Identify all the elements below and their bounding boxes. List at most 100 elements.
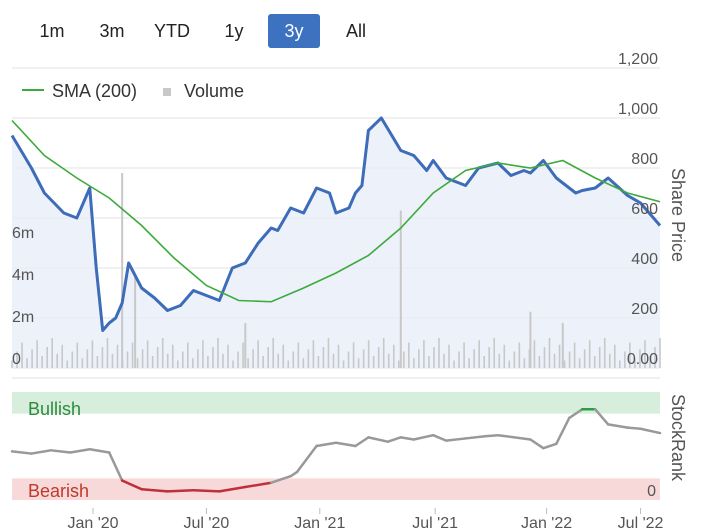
volume-bar <box>433 347 435 368</box>
share-price-axis-title: Share Price <box>668 168 688 262</box>
volume-bar <box>332 353 335 368</box>
stockrank-segment <box>295 444 318 474</box>
volume-bar <box>438 338 440 368</box>
volume-bar <box>387 353 390 368</box>
volume-bar <box>277 353 280 368</box>
volume-tick-label: 0 <box>12 351 21 368</box>
volume-bar <box>453 360 455 368</box>
volume-bar <box>101 347 104 368</box>
volume-bar <box>503 344 506 368</box>
volume-bar <box>619 360 621 368</box>
volume-bar <box>111 353 114 368</box>
volume-bar <box>134 274 137 368</box>
stockrank-segment <box>399 436 416 441</box>
volume-bar <box>423 340 425 368</box>
price-chart: Bullish Bearish 0 StockRank 1,200 1,000 800 60… <box>10 51 688 532</box>
stockrank-zero-label: 0 <box>647 483 656 500</box>
volume-bar <box>563 360 566 368</box>
stockrank-segment <box>542 442 558 450</box>
volume-bar <box>352 342 355 368</box>
stockrank-segment <box>315 441 338 448</box>
bullish-label: Bullish <box>28 399 81 419</box>
volume-bar <box>568 351 571 368</box>
volume-bar <box>377 347 380 368</box>
volume-bar <box>262 356 264 368</box>
volume-bar <box>292 351 295 368</box>
volume-bar <box>624 351 626 368</box>
volume-bar <box>578 358 581 368</box>
volume-bar <box>529 311 532 368</box>
volume-bar <box>357 358 360 368</box>
volume-bar <box>399 210 402 368</box>
volume-bar <box>197 349 199 368</box>
volume-bar <box>613 344 616 368</box>
volume-bar <box>187 342 189 368</box>
volume-bar <box>192 358 194 368</box>
volume-bar <box>51 338 53 368</box>
volume-bar <box>573 342 576 368</box>
volume-bar <box>312 340 315 368</box>
volume-bar <box>408 342 410 368</box>
volume-bar <box>463 342 465 368</box>
volume-bar <box>151 356 154 368</box>
volume-bar <box>156 347 159 368</box>
volume-bar <box>347 351 350 368</box>
volume-bar <box>227 344 229 368</box>
legend-volume-label: Volume <box>184 81 244 101</box>
volume-bar <box>588 340 591 368</box>
volume-bar <box>367 340 370 368</box>
volume-bar <box>136 358 139 368</box>
stockrank-segment <box>386 436 403 443</box>
volume-bar <box>91 340 94 368</box>
stockrank-segment <box>30 449 53 455</box>
volume-bar <box>443 353 445 368</box>
stockrank-segment <box>192 489 221 493</box>
volume-bar <box>212 347 214 368</box>
x-tick-label: Jul '21 <box>412 515 458 532</box>
volume-bar <box>392 344 395 368</box>
volume-bar <box>493 338 496 368</box>
x-tick-label: Jul '22 <box>618 515 664 532</box>
volume-bar <box>96 356 99 368</box>
price-tick-label: 800 <box>631 151 658 168</box>
volume-bar <box>106 338 109 368</box>
volume-bar <box>593 356 596 368</box>
volume-bar <box>478 340 480 368</box>
stockrank-segment <box>483 433 500 438</box>
volume-bar <box>382 338 385 368</box>
volume-bar <box>272 338 275 368</box>
volume-bar <box>66 360 69 368</box>
stockrank-panel: Bullish Bearish 0 StockRank <box>10 392 688 501</box>
volume-bar <box>252 349 254 368</box>
volume-bar <box>86 349 89 368</box>
volume-bar <box>603 338 606 368</box>
volume-bar <box>166 353 169 368</box>
stockrank-segment <box>464 435 487 440</box>
volume-bar <box>297 342 300 368</box>
volume-bar <box>217 338 219 368</box>
stockrank-segment <box>107 451 124 482</box>
volume-tick-label: 2m <box>12 309 34 326</box>
stockrank-segment <box>354 436 370 448</box>
volume-bar <box>21 342 23 368</box>
price-tick-label: 600 <box>631 201 658 218</box>
volume-bar <box>176 360 179 368</box>
volume-bar <box>71 351 74 368</box>
volume-bar <box>558 344 561 368</box>
bullish-band <box>12 392 660 414</box>
volume-bar <box>232 360 234 368</box>
volume-bar <box>61 344 64 368</box>
stockrank-segment <box>431 433 448 442</box>
volume-bar <box>46 347 48 368</box>
volume-bar <box>513 351 516 368</box>
x-tick-label: Jan '22 <box>521 515 572 532</box>
volume-bar <box>458 351 460 368</box>
volume-bar <box>26 358 28 368</box>
price-tick-label: 1,200 <box>618 51 658 68</box>
price-tick-label: 0.00 <box>627 351 658 368</box>
x-tick-label: Jan '21 <box>294 515 345 532</box>
volume-bar <box>428 356 430 368</box>
volume-bar <box>317 356 320 368</box>
volume-bar <box>267 347 269 368</box>
volume-bar <box>257 340 259 368</box>
